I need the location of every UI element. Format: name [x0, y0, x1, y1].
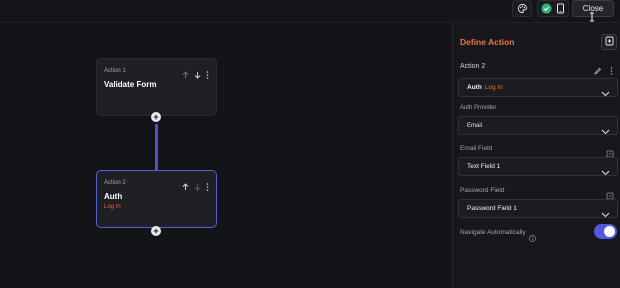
email-field-select[interactable]: Text Field 1 — [458, 157, 618, 176]
add-action-button[interactable]: + — [151, 226, 161, 236]
arrow-down-icon[interactable] — [194, 66, 201, 84]
chevron-down-icon — [601, 163, 610, 181]
action-type-select[interactable]: Auth Log In — [458, 78, 618, 97]
toggle-knob — [604, 226, 615, 237]
node-title: Validate Form — [104, 80, 157, 89]
action-node-1[interactable]: Action 1 Validate Form — [96, 58, 217, 116]
document-add-icon — [605, 33, 614, 51]
panel-title: Define Action — [460, 37, 515, 47]
email-field-label: Email Field — [460, 145, 493, 152]
device-icon — [556, 3, 565, 14]
arrow-up-icon[interactable] — [182, 178, 189, 196]
arrow-up-icon[interactable] — [182, 66, 189, 84]
auth-provider-select[interactable]: Email — [458, 116, 618, 135]
chevron-down-icon — [601, 122, 610, 140]
top-bar: Close — [0, 0, 620, 23]
action-node-2[interactable]: Action 2 Auth Log In — [96, 170, 217, 228]
info-icon[interactable] — [529, 229, 536, 247]
chevron-down-icon — [601, 205, 610, 223]
palette-icon — [517, 3, 528, 14]
select-value: Auth — [467, 84, 482, 91]
node-connector — [155, 124, 158, 170]
node-label: Action 2 — [104, 180, 126, 186]
auth-provider-label: Auth Provider — [460, 105, 497, 111]
select-value: Password Field 1 — [467, 205, 517, 212]
select-value: Email — [467, 122, 483, 129]
chevron-down-icon — [601, 84, 610, 102]
node-subtitle: Log In — [104, 204, 121, 210]
status-button[interactable] — [537, 0, 569, 17]
password-field-label: Password Field — [460, 187, 505, 194]
arrow-down-icon[interactable] — [194, 178, 201, 196]
node-label: Action 1 — [104, 68, 126, 74]
password-field-select[interactable]: Password Field 1 — [458, 199, 618, 218]
action-name-label: Action 2 — [460, 63, 486, 70]
add-document-button[interactable] — [601, 34, 617, 50]
more-vertical-icon[interactable] — [206, 178, 209, 196]
node-title: Auth — [104, 192, 123, 201]
select-subvalue: Log In — [484, 84, 503, 91]
app-root: Close Action 1 Validate Form + Action 2 … — [0, 0, 620, 288]
more-vertical-icon[interactable] — [206, 66, 209, 84]
theme-button[interactable] — [512, 0, 532, 17]
navigate-toggle[interactable] — [594, 224, 617, 239]
check-circle-icon — [541, 3, 552, 14]
node-controls — [182, 178, 209, 196]
define-action-panel: Define Action Action 2 Auth Log In Auth … — [452, 23, 620, 288]
node-controls — [182, 66, 209, 84]
workflow-canvas[interactable]: Action 1 Validate Form + Action 2 Auth L… — [0, 23, 452, 288]
select-value: Text Field 1 — [467, 163, 501, 170]
navigate-label: Navigate Automatically — [460, 229, 526, 236]
add-action-button[interactable]: + — [151, 112, 161, 122]
